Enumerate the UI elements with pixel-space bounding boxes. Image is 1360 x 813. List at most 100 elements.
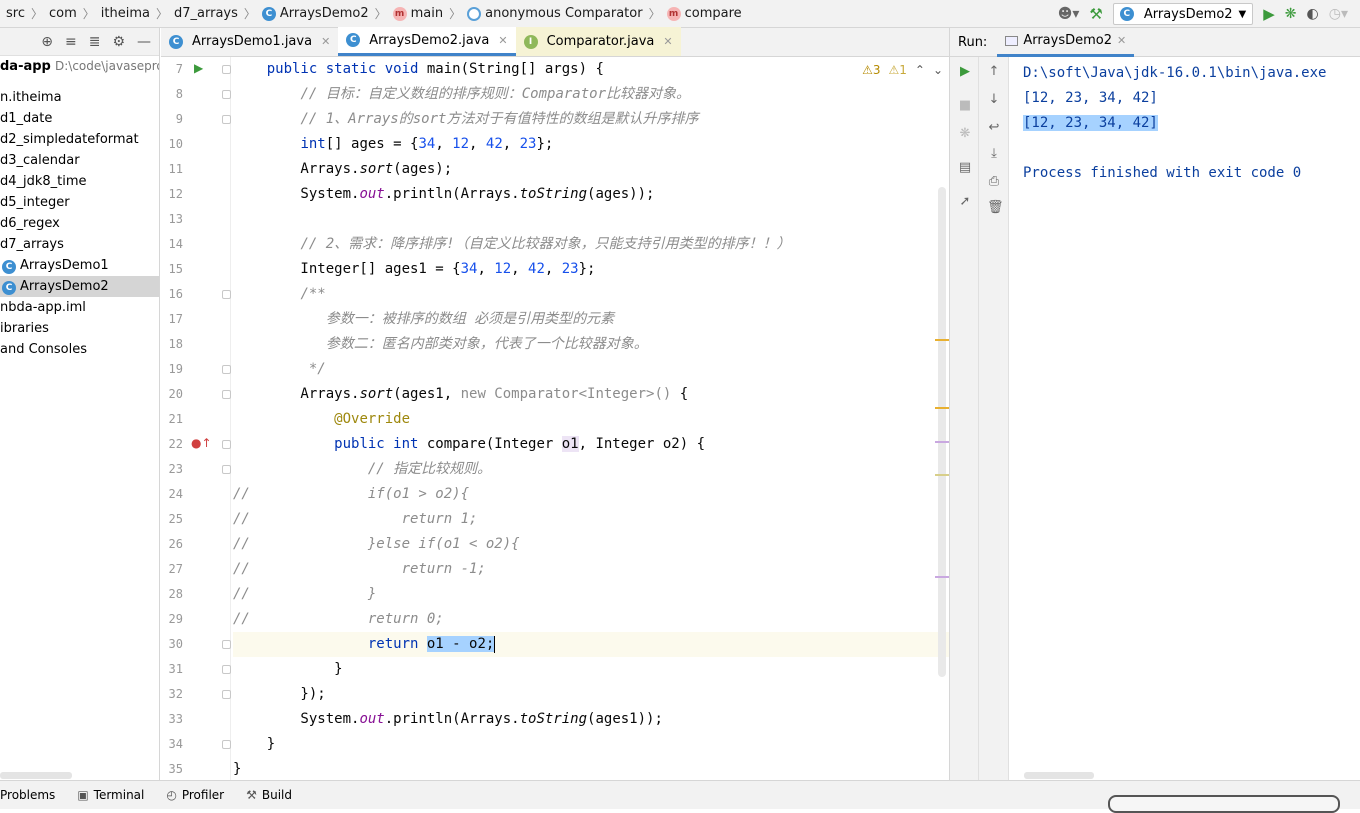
code-line[interactable]: public int compare(Integer o1, Integer o… [233, 432, 949, 457]
code-line[interactable]: // }else if(o1 < o2){ [233, 532, 949, 557]
tree-item[interactable]: and Consoles [0, 339, 159, 360]
debug-icon[interactable]: ❋ [958, 127, 972, 141]
stop-icon[interactable]: ■ [958, 99, 972, 113]
code-line[interactable]: // 2、需求：降序排序!（自定义比较器对象，只能支持引用类型的排序！！） [233, 232, 949, 257]
code-line[interactable]: 参数二：匿名内部类对象，代表了一个比较器对象。 [233, 332, 949, 357]
warning-marker[interactable] [935, 339, 949, 341]
code-line[interactable]: // 1、Arrays的sort方法对于有值特性的数组是默认升序排序 [233, 107, 949, 132]
editor-tab[interactable]: I Comparator.java ✕ [515, 27, 681, 56]
breadcrumb-item[interactable]: C ArraysDemo2 〉 [261, 5, 393, 22]
weak-warning-marker[interactable] [935, 474, 949, 476]
breadcrumb-item[interactable]: com 〉 [49, 5, 101, 22]
tool-window-problems[interactable]: Problems [0, 788, 55, 802]
tool-window-terminal[interactable]: ▣ Terminal [77, 788, 144, 802]
console-horizontal-scrollbar[interactable] [1024, 772, 1094, 779]
code-line[interactable]: System.out.println(Arrays.toString(ages1… [233, 707, 949, 732]
tree-item[interactable]: d4_jdk8_time [0, 171, 159, 192]
fold-marker-icon[interactable] [222, 465, 231, 474]
locate-icon[interactable]: ⊕ [41, 34, 53, 50]
code-line[interactable]: Arrays.sort(ages); [233, 157, 949, 182]
code-line[interactable]: int[] ages = {34, 12, 42, 23}; [233, 132, 949, 157]
fold-marker-icon[interactable] [222, 65, 231, 74]
run-icon[interactable]: ▶ [1263, 5, 1275, 23]
code-line[interactable]: } [233, 757, 949, 780]
breadcrumb-item[interactable]: src 〉 [6, 5, 49, 22]
code-line[interactable]: // 指定比较规则。 [233, 457, 949, 482]
run-gutter-icon[interactable]: ▶ [194, 61, 203, 75]
code-line[interactable] [233, 207, 949, 232]
tree-item[interactable]: nbda-app.iml [0, 297, 159, 318]
tree-item[interactable]: C ArraysDemo1 [0, 255, 159, 276]
minimize-icon[interactable]: — [137, 34, 151, 50]
code-line[interactable]: // return 0; [233, 607, 949, 632]
tree-item[interactable]: d7_arrays [0, 234, 159, 255]
fold-marker-icon[interactable] [222, 740, 231, 749]
fold-marker-icon[interactable] [222, 365, 231, 374]
breadcrumb-item[interactable]: m compare [666, 6, 742, 21]
code-line[interactable]: // if(o1 > o2){ [233, 482, 949, 507]
code-line[interactable]: Arrays.sort(ages1, new Comparator<Intege… [233, 382, 949, 407]
arrow-down-icon[interactable]: ↓ [987, 93, 1001, 107]
close-icon[interactable]: ✕ [321, 35, 330, 48]
code-editor[interactable]: 7 8 9 10 11 12 13 14 15 16 17 18 19 20 21 22 23 24 25 26 27 2… [161, 57, 949, 780]
code-line[interactable]: }); [233, 682, 949, 707]
editor-tab[interactable]: C ArraysDemo2.java ✕ [338, 27, 516, 56]
breadcrumb-item[interactable]: itheima 〉 [101, 5, 174, 22]
inspection-widget[interactable]: ⚠3 ⚠1 ⌃ ⌄ [856, 59, 943, 81]
fold-marker-icon[interactable] [222, 390, 231, 399]
usage-marker[interactable] [935, 441, 949, 443]
editor-vertical-scrollbar[interactable] [938, 187, 946, 677]
code-line[interactable]: // return 1; [233, 507, 949, 532]
code-line[interactable]: // 目标：自定义数组的排序规则：Comparator比较器对象。 [233, 82, 949, 107]
tree-item[interactable]: ibraries [0, 318, 159, 339]
code-line[interactable]: } [233, 657, 949, 682]
chevron-up-icon[interactable]: ⌃ [915, 63, 925, 77]
tree-item[interactable]: d2_simpledateformat [0, 129, 159, 150]
warning-count[interactable]: ⚠3 [862, 63, 880, 77]
code-line[interactable]: // } [233, 582, 949, 607]
close-icon[interactable]: ✕ [1117, 34, 1126, 47]
profile-icon[interactable]: ◷▾ [1329, 6, 1348, 22]
project-root[interactable]: da-app D:\code\javasepro [0, 56, 159, 77]
chevron-down-icon[interactable]: ⌄ [933, 63, 943, 77]
code-line[interactable]: /** [233, 282, 949, 307]
run-configuration-select[interactable]: C ArraysDemo2 ▼ [1112, 3, 1254, 25]
user-icon[interactable]: ☻▾ [1058, 6, 1080, 22]
code-line[interactable]: return o1 - o2; [233, 632, 949, 657]
close-icon[interactable]: ✕ [663, 35, 672, 48]
fold-marker-icon[interactable] [222, 690, 231, 699]
close-icon[interactable]: ✕ [498, 34, 507, 47]
gear-icon[interactable]: ⚙ [112, 34, 125, 50]
fold-marker-icon[interactable] [222, 640, 231, 649]
code-line[interactable]: } [233, 732, 949, 757]
scroll-to-end-icon[interactable]: ⤓ [987, 147, 1001, 161]
fold-marker-icon[interactable] [222, 115, 231, 124]
run-console[interactable]: D:\soft\Java\jdk-16.0.1\bin\java.exe [12,… [1010, 57, 1360, 780]
build-hammer-icon[interactable]: ⚒ [1089, 5, 1102, 23]
warning-marker[interactable] [935, 407, 949, 409]
usage-marker[interactable] [935, 576, 949, 578]
debug-icon[interactable]: ❋ [1285, 6, 1297, 22]
ime-toolbar[interactable] [1108, 795, 1340, 813]
tree-item[interactable]: C ArraysDemo2 [0, 276, 159, 297]
rerun-icon[interactable]: ▶ [958, 65, 972, 79]
tool-window-profiler[interactable]: ◴ Profiler [166, 788, 224, 802]
fold-marker-icon[interactable] [222, 90, 231, 99]
breadcrumb-item[interactable]: anonymous Comparator 〉 [467, 5, 667, 22]
tool-window-build[interactable]: ⚒ Build [246, 788, 292, 802]
editor-tab[interactable]: C ArraysDemo1.java ✕ [161, 27, 338, 56]
code-line[interactable]: @Override [233, 407, 949, 432]
code-line[interactable]: */ [233, 357, 949, 382]
tree-item[interactable]: d5_integer [0, 192, 159, 213]
breadcrumb-item[interactable]: m main 〉 [392, 5, 468, 22]
weak-warning-count[interactable]: ⚠1 [888, 63, 906, 77]
tree-item[interactable]: n.itheima [0, 87, 159, 108]
fold-marker-icon[interactable] [222, 440, 231, 449]
run-tab[interactable]: ArraysDemo2 ✕ [997, 28, 1135, 57]
code-line[interactable]: public static void main(String[] args) { [233, 57, 949, 82]
tree-item[interactable]: d1_date [0, 108, 159, 129]
tree-item[interactable]: d3_calendar [0, 150, 159, 171]
code-line[interactable]: 参数一：被排序的数组 必须是引用类型的元素 [233, 307, 949, 332]
layout-icon[interactable]: ▤ [958, 161, 972, 175]
pin-icon[interactable]: ➚ [958, 195, 972, 209]
